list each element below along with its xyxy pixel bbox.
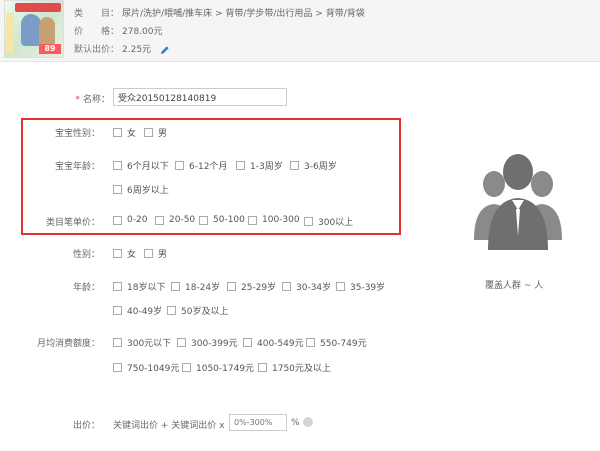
gender-option-female[interactable]: 女 xyxy=(113,247,136,260)
category-label: 类 目： xyxy=(74,9,120,19)
monthly-spend-option-300-399[interactable]: 300-399元 xyxy=(177,336,238,349)
checkbox[interactable] xyxy=(113,185,122,194)
baby-age-option-1-3y[interactable]: 1-3周岁 xyxy=(236,159,283,172)
age-option-18-24[interactable]: 18-24岁 xyxy=(171,280,220,293)
monthly-spend-label: 月均消费额度： xyxy=(36,339,100,349)
checkbox[interactable] xyxy=(144,249,153,258)
checkbox[interactable] xyxy=(175,161,184,170)
baby-gender-label: 宝宝性别： xyxy=(54,129,100,139)
baby-gender-option-male[interactable]: 男 xyxy=(144,126,167,139)
checkbox[interactable] xyxy=(248,215,257,225)
checkbox[interactable] xyxy=(113,249,122,258)
baby-age-option-under-6m[interactable]: 6个月以下 xyxy=(113,159,169,172)
price-row: 价 格： 278.00元 xyxy=(74,24,163,37)
monthly-spend-option-750-1049[interactable]: 750-1049元 xyxy=(113,361,179,374)
checkbox[interactable] xyxy=(227,282,236,291)
checkbox[interactable] xyxy=(113,306,122,315)
category-price-option-20-50[interactable]: 20-50 xyxy=(155,215,195,225)
age-option-25-29[interactable]: 25-29岁 xyxy=(227,280,276,293)
checkbox[interactable] xyxy=(144,128,153,137)
monthly-spend-option-under-300[interactable]: 300元以下 xyxy=(113,336,171,349)
age-option-30-34[interactable]: 30-34岁 xyxy=(282,280,331,293)
checkbox[interactable] xyxy=(113,161,122,170)
age-label: 年龄： xyxy=(72,283,100,293)
name-input[interactable] xyxy=(113,88,287,106)
product-thumbnail: 89 xyxy=(4,0,64,58)
age-option-35-39[interactable]: 35-39岁 xyxy=(336,280,385,293)
category-price-option-over-300[interactable]: 300以上 xyxy=(304,215,353,228)
name-label: 名称： xyxy=(82,95,110,105)
age-option-40-49[interactable]: 40-49岁 xyxy=(113,304,162,317)
product-summary: 89 类 目： 尿片/洗护/喂哺/推车床 > 背带/学步带/出行用品 > 背带/背… xyxy=(0,0,600,62)
default-bid-row: 默认出价： 2.25元 xyxy=(74,42,170,55)
checkbox[interactable] xyxy=(258,363,267,372)
checkbox[interactable] xyxy=(171,282,180,291)
monthly-spend-option-400-549[interactable]: 400-549元 xyxy=(243,336,304,349)
category-price-option-0-20[interactable]: 0-20 xyxy=(113,215,147,225)
help-icon[interactable] xyxy=(303,417,313,427)
checkbox[interactable] xyxy=(306,338,315,347)
baby-gender-option-female[interactable]: 女 xyxy=(113,126,136,139)
checkbox[interactable] xyxy=(113,215,122,225)
age-option-50-plus[interactable]: 50岁及以上 xyxy=(167,304,228,317)
bid-formula: 关键词出价 + 关键词出价 x xyxy=(113,421,225,431)
default-bid-value: 2.25元 xyxy=(122,45,152,55)
monthly-spend-option-1750-plus[interactable]: 1750元及以上 xyxy=(258,361,331,374)
checkbox[interactable] xyxy=(177,338,186,347)
checkbox[interactable] xyxy=(113,128,122,137)
checkbox[interactable] xyxy=(155,215,164,225)
category-price-option-100-300[interactable]: 100-300 xyxy=(248,215,300,225)
category-value: 尿片/洗护/喂哺/推车床 > 背带/学步带/出行用品 > 背带/背袋 xyxy=(122,9,365,19)
category-price-label: 类目笔单价： xyxy=(45,218,100,228)
coverage-text: 覆盖人群 ~ 人 xyxy=(485,281,544,291)
monthly-spend-option-550-749[interactable]: 550-749元 xyxy=(306,336,367,349)
audience-people-icon xyxy=(474,154,562,250)
required-asterisk: * xyxy=(75,95,80,105)
checkbox[interactable] xyxy=(113,363,122,372)
price-value: 278.00元 xyxy=(122,27,163,37)
thumbnail-price-tag: 89 xyxy=(39,44,61,54)
baby-age-option-over-6y[interactable]: 6周岁以上 xyxy=(113,183,169,196)
checkbox[interactable] xyxy=(113,338,122,347)
gender-option-male[interactable]: 男 xyxy=(144,247,167,260)
bid-unit: % xyxy=(291,418,300,428)
checkbox[interactable] xyxy=(167,306,176,315)
name-label-wrap: * 名称： xyxy=(60,92,110,105)
baby-age-option-6-12m[interactable]: 6-12个月 xyxy=(175,159,227,172)
checkbox[interactable] xyxy=(236,161,245,170)
edit-pencil-icon[interactable] xyxy=(160,45,170,55)
checkbox[interactable] xyxy=(282,282,291,291)
checkbox[interactable] xyxy=(182,363,191,372)
baby-age-option-3-6y[interactable]: 3-6周岁 xyxy=(290,159,337,172)
checkbox[interactable] xyxy=(199,215,208,225)
gender-label: 性别： xyxy=(72,250,100,260)
age-option-under-18[interactable]: 18岁以下 xyxy=(113,280,165,293)
bid-label: 出价： xyxy=(72,421,100,431)
monthly-spend-option-1050-1749[interactable]: 1050-1749元 xyxy=(182,361,254,374)
category-row: 类 目： 尿片/洗护/喂哺/推车床 > 背带/学步带/出行用品 > 背带/背袋 xyxy=(74,6,365,19)
checkbox[interactable] xyxy=(304,217,313,226)
bid-percentage-input[interactable] xyxy=(229,414,287,431)
baby-age-label: 宝宝年龄： xyxy=(54,162,100,172)
category-price-option-50-100[interactable]: 50-100 xyxy=(199,215,245,225)
checkbox[interactable] xyxy=(290,161,299,170)
price-label: 价 格： xyxy=(74,27,120,37)
default-bid-label: 默认出价： xyxy=(74,45,120,55)
checkbox[interactable] xyxy=(336,282,345,291)
checkbox[interactable] xyxy=(243,338,252,347)
checkbox[interactable] xyxy=(113,282,122,291)
